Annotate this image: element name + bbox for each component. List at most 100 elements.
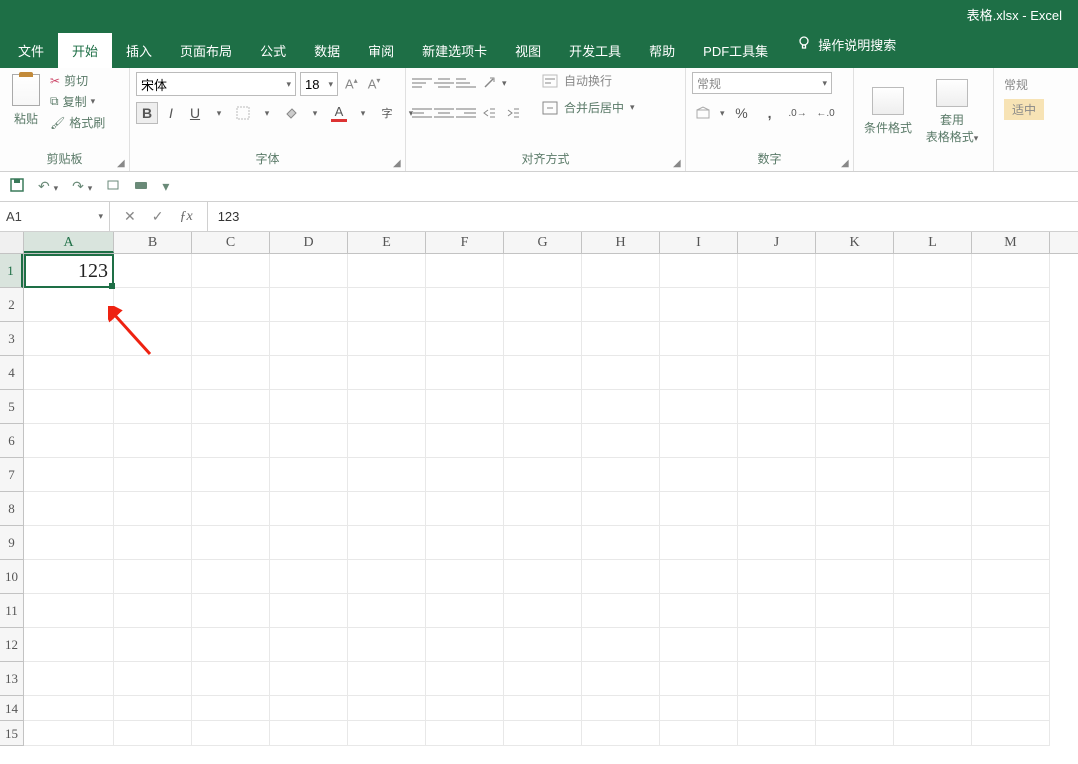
cell-J7[interactable] (738, 458, 816, 492)
cell-H14[interactable] (582, 696, 660, 721)
cell-J4[interactable] (738, 356, 816, 390)
cell-M12[interactable] (972, 628, 1050, 662)
cell-D2[interactable] (270, 288, 348, 322)
row-header-3[interactable]: 3 (0, 322, 23, 356)
orientation-button[interactable] (478, 72, 500, 94)
row-header-11[interactable]: 11 (0, 594, 23, 628)
cell-K8[interactable] (816, 492, 894, 526)
cell-I8[interactable] (660, 492, 738, 526)
cell-C8[interactable] (192, 492, 270, 526)
formula-enter-button[interactable]: ✓ (152, 208, 164, 225)
cell-D8[interactable] (270, 492, 348, 526)
row-header-15[interactable]: 15 (0, 721, 23, 746)
cell-E10[interactable] (348, 560, 426, 594)
cell-L4[interactable] (894, 356, 972, 390)
cell-C10[interactable] (192, 560, 270, 594)
cell-B10[interactable] (114, 560, 192, 594)
number-format-dropdown[interactable]: 常规▾ (692, 72, 832, 94)
cell-E3[interactable] (348, 322, 426, 356)
cell-L11[interactable] (894, 594, 972, 628)
col-header-M[interactable]: M (972, 232, 1050, 253)
cell-K4[interactable] (816, 356, 894, 390)
bold-button[interactable]: B (136, 102, 158, 124)
cell-M9[interactable] (972, 526, 1050, 560)
font-name-input[interactable]: 宋体▾ (136, 72, 296, 96)
cell-M8[interactable] (972, 492, 1050, 526)
font-color-dropdown[interactable]: ▾ (352, 102, 374, 124)
increase-font-button[interactable]: A▴ (342, 76, 361, 91)
cell-C9[interactable] (192, 526, 270, 560)
conditional-format-button[interactable]: 条件格式 (860, 87, 916, 136)
cell-C5[interactable] (192, 390, 270, 424)
cell-D6[interactable] (270, 424, 348, 458)
font-color-button[interactable]: A (328, 102, 350, 124)
cell-C6[interactable] (192, 424, 270, 458)
cell-A7[interactable] (24, 458, 114, 492)
cell-L15[interactable] (894, 721, 972, 746)
cell-E2[interactable] (348, 288, 426, 322)
cell-A6[interactable] (24, 424, 114, 458)
cell-K15[interactable] (816, 721, 894, 746)
cell-L13[interactable] (894, 662, 972, 696)
cell-M7[interactable] (972, 458, 1050, 492)
cell-A3[interactable] (24, 322, 114, 356)
col-header-H[interactable]: H (582, 232, 660, 253)
cell-A10[interactable] (24, 560, 114, 594)
cell-E11[interactable] (348, 594, 426, 628)
cell-D12[interactable] (270, 628, 348, 662)
menu-pdf-tools[interactable]: PDF工具集 (689, 33, 782, 68)
cell-H2[interactable] (582, 288, 660, 322)
cell-A13[interactable] (24, 662, 114, 696)
menu-data[interactable]: 数据 (300, 33, 354, 68)
name-box[interactable]: A1▾ (0, 202, 110, 231)
format-painter-button[interactable]: 🖌 格式刷 (50, 114, 105, 131)
cell-B2[interactable] (114, 288, 192, 322)
percent-button[interactable]: % (731, 102, 753, 124)
cell-C12[interactable] (192, 628, 270, 662)
col-header-I[interactable]: I (660, 232, 738, 253)
cell-I3[interactable] (660, 322, 738, 356)
col-header-B[interactable]: B (114, 232, 192, 253)
cell-M1[interactable] (972, 254, 1050, 288)
cell-J13[interactable] (738, 662, 816, 696)
cell-K9[interactable] (816, 526, 894, 560)
cell-B8[interactable] (114, 492, 192, 526)
cell-D9[interactable] (270, 526, 348, 560)
cell-C7[interactable] (192, 458, 270, 492)
cell-F4[interactable] (426, 356, 504, 390)
cell-L9[interactable] (894, 526, 972, 560)
cell-D4[interactable] (270, 356, 348, 390)
decrease-indent-button[interactable] (478, 102, 500, 124)
cell-F12[interactable] (426, 628, 504, 662)
cell-G2[interactable] (504, 288, 582, 322)
menu-home[interactable]: 开始 (58, 33, 112, 68)
cell-L1[interactable] (894, 254, 972, 288)
align-left-button[interactable] (412, 103, 432, 123)
cell-L3[interactable] (894, 322, 972, 356)
cell-E6[interactable] (348, 424, 426, 458)
cell-D14[interactable] (270, 696, 348, 721)
cell-H3[interactable] (582, 322, 660, 356)
cell-C1[interactable] (192, 254, 270, 288)
cell-F9[interactable] (426, 526, 504, 560)
cell-J11[interactable] (738, 594, 816, 628)
undo-button[interactable]: ↶ ▾ (38, 178, 58, 195)
cell-M10[interactable] (972, 560, 1050, 594)
cell-G1[interactable] (504, 254, 582, 288)
cell-E7[interactable] (348, 458, 426, 492)
menu-developer[interactable]: 开发工具 (555, 33, 635, 68)
cell-B5[interactable] (114, 390, 192, 424)
row-header-13[interactable]: 13 (0, 662, 23, 696)
cell-A5[interactable] (24, 390, 114, 424)
cell-C2[interactable] (192, 288, 270, 322)
save-button[interactable] (10, 178, 24, 195)
cell-M2[interactable] (972, 288, 1050, 322)
cell-D13[interactable] (270, 662, 348, 696)
cut-button[interactable]: ✂ 剪切 (50, 72, 105, 89)
cell-C4[interactable] (192, 356, 270, 390)
qa-btn-5[interactable] (134, 178, 148, 195)
cell-L10[interactable] (894, 560, 972, 594)
menu-help[interactable]: 帮助 (635, 33, 689, 68)
cell-C15[interactable] (192, 721, 270, 746)
cell-A15[interactable] (24, 721, 114, 746)
